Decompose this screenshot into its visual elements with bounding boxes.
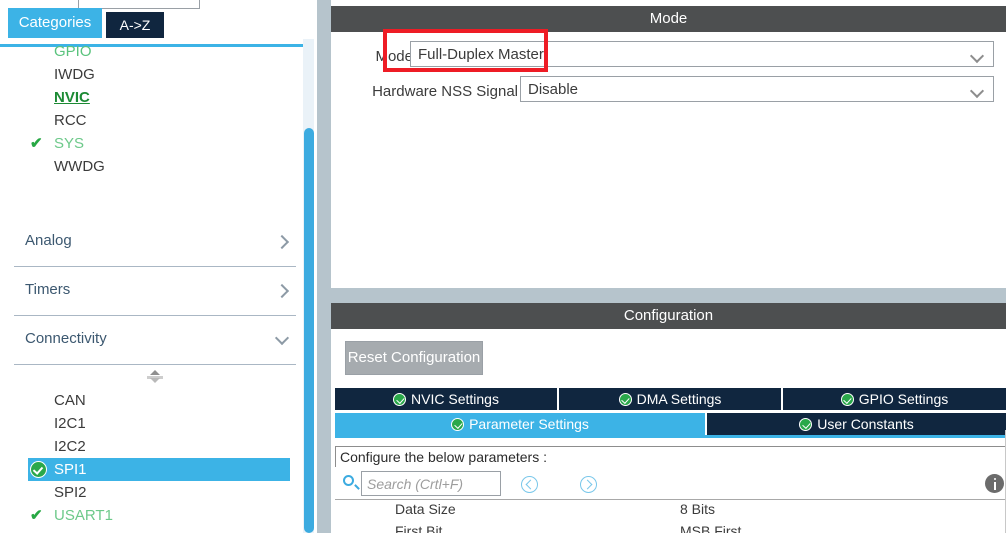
search-input[interactable] <box>361 471 501 496</box>
chevron-right-icon <box>275 284 288 297</box>
chevron-down-icon <box>971 51 983 59</box>
tab-label: DMA Settings <box>636 391 722 407</box>
tab-label: GPIO Settings <box>858 391 949 407</box>
group-connectivity[interactable]: Connectivity <box>14 319 296 365</box>
group-label: Analog <box>25 232 72 249</box>
sidebar-item-spi1[interactable]: SPI1 <box>28 458 290 481</box>
check-circle-icon <box>30 461 47 478</box>
check-icon: ✔ <box>30 507 43 524</box>
check-circle-icon <box>618 393 632 406</box>
splitter-down-arrow-icon <box>150 378 160 383</box>
sidebar-item-label: SPI1 <box>54 461 87 478</box>
divider <box>14 315 296 316</box>
sidebar-item-rcc[interactable]: RCC <box>0 109 308 132</box>
peripheral-list-top: GPIO IWDG NVIC RCC ✔ SYS WWDG <box>0 40 308 178</box>
sidebar-item-label: SPI2 <box>54 484 87 501</box>
group-analog[interactable]: Analog <box>14 221 296 267</box>
sidebar-item-usart1[interactable]: ✔ USART1 <box>0 504 308 527</box>
sidebar-item-sys[interactable]: ✔ SYS <box>0 132 308 155</box>
annotation-rectangle <box>383 29 548 72</box>
check-circle-icon <box>393 393 407 406</box>
sidebar-scrollbar-thumb[interactable] <box>304 128 314 533</box>
right-pane: Mode Mode Full-Duplex Master Hardware NS… <box>317 0 1006 533</box>
divider <box>14 266 296 267</box>
panel-divider-gutter <box>317 0 331 533</box>
sidebar-tabbar: Categories A->Z <box>0 8 317 47</box>
splitter-up-arrow-icon <box>150 370 160 375</box>
group-label: Timers <box>25 281 71 298</box>
info-icon[interactable] <box>985 474 1004 493</box>
search-next-button[interactable] <box>580 476 597 493</box>
chevron-down-icon <box>275 333 288 346</box>
tab-accent-bar <box>335 435 1006 438</box>
hardware-nss-dropdown[interactable]: Disable <box>520 76 994 102</box>
sidebar-item-label: NVIC <box>54 89 90 106</box>
sidebar-item-label: SYS <box>54 135 85 152</box>
tab-label: NVIC Settings <box>411 391 499 407</box>
sidebar-item-label: GPIO <box>54 43 92 60</box>
config-tabs-row-1: NVIC Settings DMA Settings GPIO Settings <box>335 388 1006 410</box>
sidebar-splitter-handle[interactable] <box>147 370 163 384</box>
sidebar-item-nvic[interactable]: NVIC <box>0 86 308 109</box>
hardware-nss-value: Disable <box>528 81 579 98</box>
parameter-key: Data Size <box>395 501 456 517</box>
sidebar-item-can[interactable]: CAN <box>0 389 308 412</box>
sidebar-item-label: I2C1 <box>54 415 86 432</box>
config-tabs-row-2: Parameter Settings User Constants <box>335 413 1006 435</box>
sidebar-item-label: I2C2 <box>54 438 86 455</box>
configure-note: Configure the below parameters : <box>335 446 1006 467</box>
sidebar-item-label: USART1 <box>54 507 113 524</box>
group-timers[interactable]: Timers <box>14 270 296 316</box>
sidebar-item-gpio[interactable]: GPIO <box>0 40 308 63</box>
tab-nvic-settings[interactable]: NVIC Settings <box>335 388 557 410</box>
tab-categories[interactable]: Categories <box>8 8 102 38</box>
sidebar-item-label: IWDG <box>54 66 95 83</box>
sidebar-item-i2c2[interactable]: I2C2 <box>0 435 308 458</box>
check-circle-icon <box>799 418 813 431</box>
sidebar-item-i2c1[interactable]: I2C1 <box>0 412 308 435</box>
panel-gap-divider <box>317 288 1006 303</box>
configuration-panel-header: Configuration <box>331 303 1006 329</box>
chevron-down-icon <box>971 86 983 94</box>
configure-note-text: Configure the below parameters : <box>340 449 547 465</box>
tab-label: User Constants <box>817 416 914 432</box>
search-icon <box>343 475 354 486</box>
check-circle-icon <box>840 393 854 406</box>
hardware-nss-label: Hardware NSS Signal <box>372 83 518 100</box>
search-prev-button[interactable] <box>521 476 538 493</box>
check-icon: ✔ <box>30 135 43 152</box>
parameter-key: First Bit <box>395 523 443 533</box>
tab-a-to-z[interactable]: A->Z <box>106 12 164 38</box>
sidebar-item-iwdg[interactable]: IWDG <box>0 63 308 86</box>
table-row[interactable]: First Bit MSB First <box>335 522 1006 533</box>
sidebar-item-label: WWDG <box>54 158 105 175</box>
tab-parameter-settings[interactable]: Parameter Settings <box>335 413 705 435</box>
parameter-value: 8 Bits <box>680 501 716 517</box>
table-row[interactable]: Data Size 8 Bits <box>335 500 1006 519</box>
tab-dma-settings[interactable]: DMA Settings <box>559 388 781 410</box>
tab-user-constants[interactable]: User Constants <box>707 413 1006 435</box>
chevron-right-icon <box>275 235 288 248</box>
peripheral-sidebar: Categories A->Z GPIO IWDG NVIC RCC ✔ SYS… <box>0 0 317 533</box>
tab-gpio-settings[interactable]: GPIO Settings <box>783 388 1006 410</box>
parameter-search-row <box>335 467 1006 499</box>
sidebar-item-wwdg[interactable]: WWDG <box>0 155 308 178</box>
check-circle-icon <box>451 418 465 431</box>
connectivity-list: CAN I2C1 I2C2 SPI1 SPI2 ✔ USART1 <box>0 389 308 527</box>
sidebar-item-label: CAN <box>54 392 86 409</box>
reset-configuration-button[interactable]: Reset Configuration <box>345 341 483 375</box>
sidebar-item-label: RCC <box>54 112 87 129</box>
group-label: Connectivity <box>25 330 107 347</box>
tab-label: Parameter Settings <box>469 416 589 432</box>
divider <box>14 364 296 365</box>
app-root: Categories A->Z GPIO IWDG NVIC RCC ✔ SYS… <box>0 0 1006 533</box>
sidebar-item-spi2[interactable]: SPI2 <box>0 481 308 504</box>
parameter-value: MSB First <box>680 523 742 533</box>
